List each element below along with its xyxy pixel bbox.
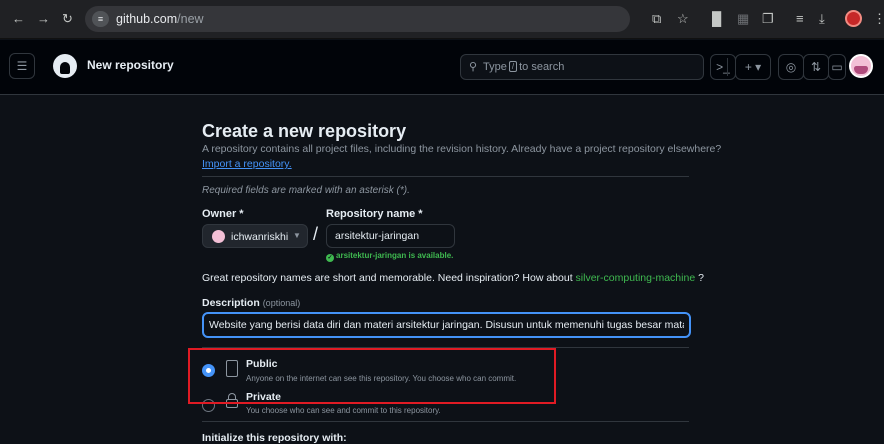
reading-list-icon[interactable]: █ <box>712 11 721 26</box>
create-new-icon[interactable]: + ▾ <box>735 54 771 80</box>
description-label: Description (optional) <box>202 297 301 309</box>
import-repository-link[interactable]: Import a repository. <box>202 158 292 170</box>
forward-arrow-icon[interactable]: → <box>37 11 50 26</box>
name-suggestion-link[interactable]: silver-computing-machine <box>576 272 696 284</box>
chevron-down-icon: ▼ <box>293 231 301 240</box>
profile-icon[interactable] <box>845 10 862 27</box>
menu-icon[interactable]: ☰ <box>9 53 35 79</box>
extension-icon[interactable]: ▦ <box>737 11 749 27</box>
back-arrow-icon[interactable]: ← <box>12 11 25 26</box>
check-circle-icon: ✓ <box>326 254 334 262</box>
browser-toolbar: ← → ↻ ≡ github.com/new ⧉ ☆ █ ▦ ❐ ≡ ⤓ ⋮ <box>0 0 884 39</box>
owner-dropdown[interactable]: ichwanriskhi ▼ <box>202 224 308 248</box>
puzzle-icon[interactable]: ❐ <box>762 11 774 27</box>
description-input[interactable] <box>202 312 691 338</box>
divider <box>202 421 689 422</box>
open-in-app-icon[interactable]: ⧉ <box>652 11 661 27</box>
owner-avatar <box>212 230 225 243</box>
avatar[interactable] <box>849 54 873 78</box>
header-divider <box>727 58 728 76</box>
download-icon[interactable]: ⤓ <box>819 11 825 27</box>
annotation-highlight-box <box>188 348 556 404</box>
url-text[interactable]: github.com/new <box>116 12 204 26</box>
divider <box>202 176 689 177</box>
address-bar[interactable]: ≡ github.com/new <box>85 6 630 32</box>
initialize-label: Initialize this repository with: <box>202 432 347 444</box>
search-icon: ⚲ <box>469 61 478 73</box>
bookmark-star-icon[interactable]: ☆ <box>677 11 689 27</box>
page-context-title: New repository <box>87 58 174 72</box>
tab-search-icon[interactable]: ≡ <box>796 11 804 26</box>
reload-icon[interactable]: ↻ <box>62 11 73 27</box>
owner-name: ichwanriskhi <box>231 231 289 243</box>
site-info-icon[interactable]: ≡ <box>92 11 109 27</box>
github-logo-icon[interactable] <box>53 54 77 78</box>
page-subtext: A repository contains all project files,… <box>202 143 722 155</box>
issues-icon[interactable]: ◎ <box>778 54 804 80</box>
availability-message: ✓ arsitektur-jaringan is available. <box>326 251 454 262</box>
name-inspiration: Great repository names are short and mem… <box>202 272 704 284</box>
github-header: ☰ New repository ⚲ Type / to search >_ + ▾… <box>0 40 884 95</box>
kebab-menu-icon[interactable]: ⋮ <box>873 11 884 27</box>
repo-name-input[interactable] <box>326 224 455 248</box>
required-note: Required fields are marked with an aster… <box>202 185 410 196</box>
private-option-desc: You choose who can see and commit to thi… <box>246 406 441 415</box>
pull-requests-icon[interactable]: ⇅ <box>803 54 829 80</box>
owner-label: Owner * <box>202 208 244 220</box>
inbox-icon[interactable]: ▭ <box>828 54 846 80</box>
command-palette-icon[interactable]: >_ <box>710 54 736 80</box>
repo-name-label: Repository name * <box>326 208 423 220</box>
search-input[interactable]: ⚲ Type / to search <box>460 54 704 80</box>
page-title: Create a new repository <box>202 121 407 141</box>
search-placeholder: Type / to search <box>483 61 565 73</box>
owner-repo-separator: / <box>313 224 319 244</box>
